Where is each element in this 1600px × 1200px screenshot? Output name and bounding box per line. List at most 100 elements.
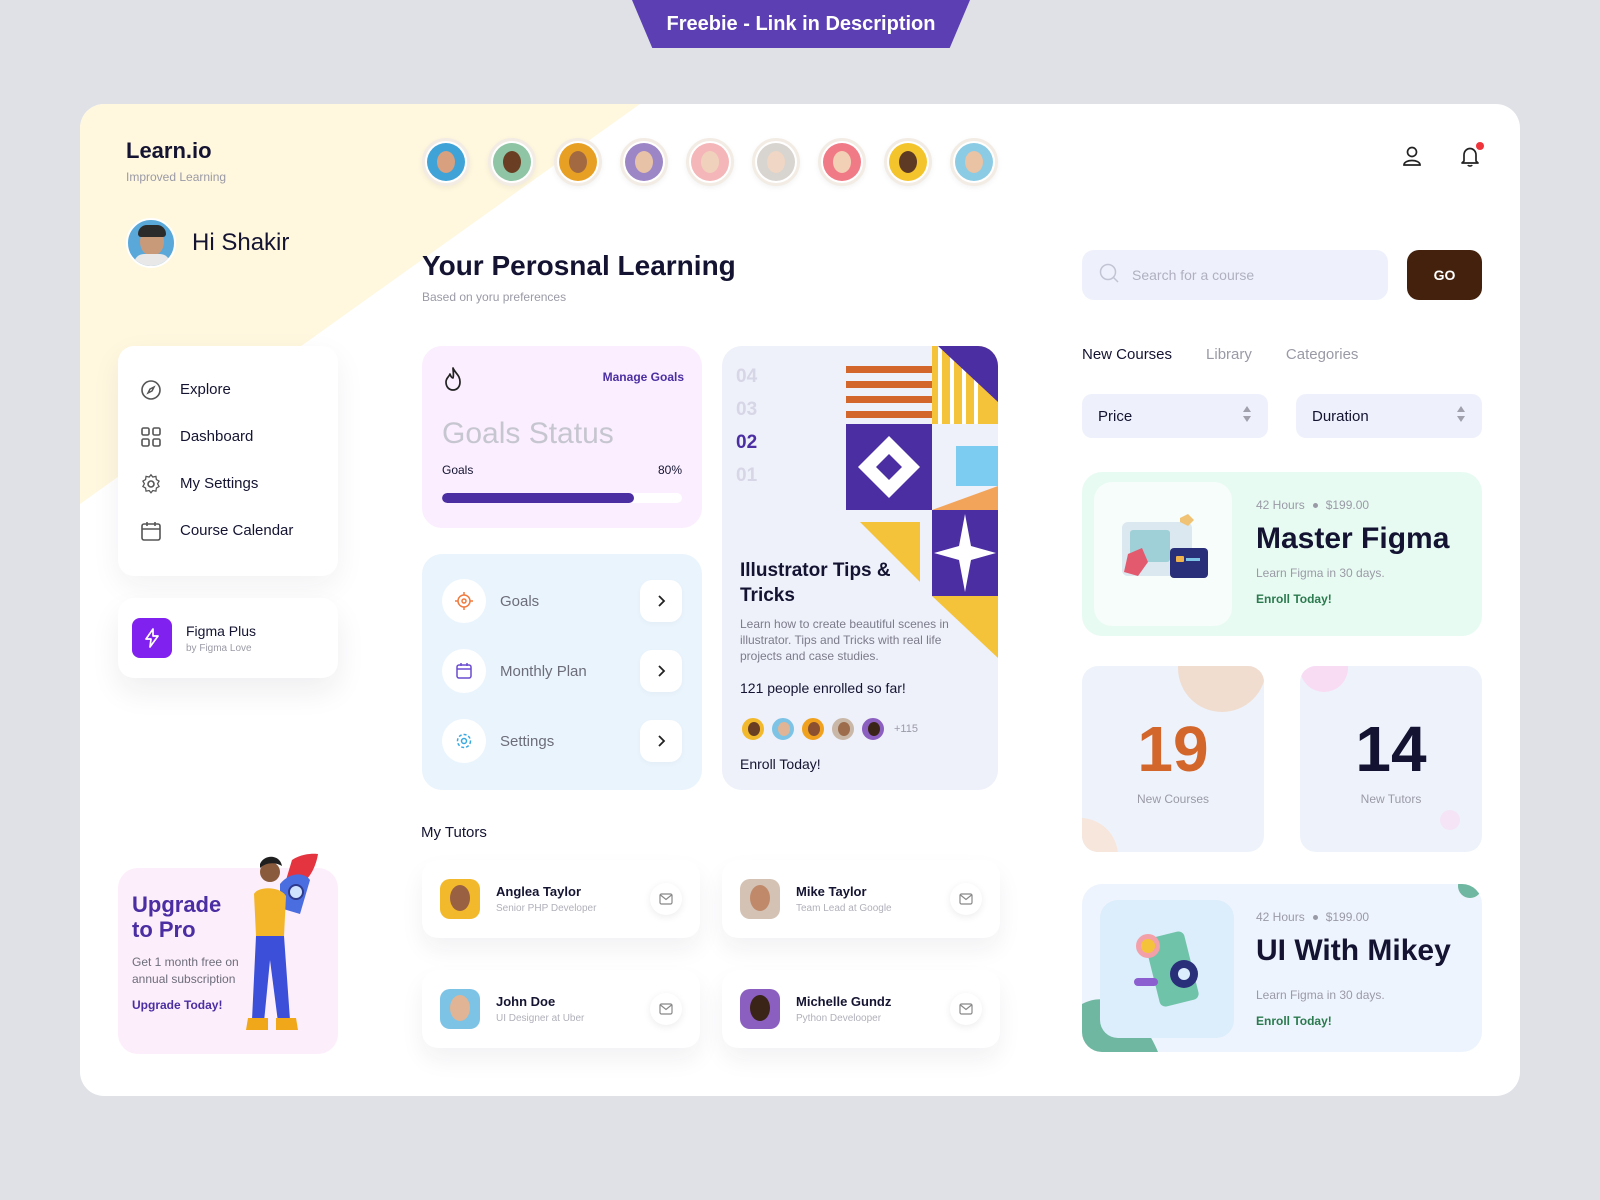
plus-subtitle: by Figma Love <box>186 642 252 654</box>
manage-goals-link[interactable]: Manage Goals <box>603 370 684 384</box>
avatar <box>830 716 856 742</box>
user-icon[interactable] <box>1400 144 1424 168</box>
plan-label: Settings <box>500 732 555 750</box>
course-card-ui-with-mikey[interactable]: 42 Hours $199.00 UI With Mikey Learn Fig… <box>1082 884 1482 1052</box>
sidebar-item-label: Dashboard <box>180 428 254 445</box>
sidebar-item-settings[interactable]: My Settings <box>140 460 316 507</box>
featured-description: Learn how to create beautiful scenes in … <box>740 617 949 663</box>
tutor-role: Python Develooper <box>796 1013 882 1024</box>
stat-value: 14 <box>1355 713 1427 785</box>
plan-row-goals[interactable]: Goals <box>442 566 682 636</box>
avatar[interactable] <box>950 138 998 186</box>
enrolled-count: 121 people enrolled so far! <box>740 680 906 696</box>
target-icon <box>442 579 486 623</box>
chevron-right-icon[interactable] <box>640 580 682 622</box>
avatar[interactable] <box>488 138 536 186</box>
sidebar-item-label: My Settings <box>180 475 259 492</box>
mail-icon[interactable] <box>950 993 982 1025</box>
avatar[interactable] <box>422 138 470 186</box>
tab-library[interactable]: Library <box>1206 346 1252 363</box>
stat-card-new-tutors: 14 New Tutors <box>1300 666 1482 852</box>
duration-select-value: Duration <box>1312 407 1369 425</box>
sidebar-item-explore[interactable]: Explore <box>140 366 316 413</box>
stat-card-new-courses: 19 New Courses <box>1082 666 1264 852</box>
gear-icon <box>442 719 486 763</box>
search-input[interactable] <box>1132 267 1372 283</box>
enroll-link[interactable]: Enroll Today! <box>1256 1014 1332 1028</box>
page-subtitle: Based on yoru preferences <box>422 290 567 304</box>
plan-row-monthly[interactable]: Monthly Plan <box>442 636 682 706</box>
slide-number[interactable]: 01 <box>736 459 757 492</box>
course-tabs: New Courses Library Categories <box>1082 346 1358 363</box>
dot-separator <box>1312 502 1318 508</box>
course-hours: 42 Hours <box>1256 498 1305 512</box>
more-enrolled-count: +115 <box>894 723 918 735</box>
slide-number[interactable]: 03 <box>736 393 757 426</box>
goals-status-card: Manage Goals Goals Status Goals 80% <box>422 346 702 528</box>
tutor-card[interactable]: John Doe UI Designer at Uber <box>422 970 700 1048</box>
avatar <box>860 716 886 742</box>
price-select-value: Price <box>1098 407 1133 425</box>
bell-icon[interactable] <box>1458 142 1484 168</box>
mail-icon[interactable] <box>650 883 682 915</box>
avatar[interactable] <box>686 138 734 186</box>
slide-number[interactable]: 04 <box>736 360 757 393</box>
avatar <box>740 989 780 1029</box>
grid-icon <box>140 426 162 448</box>
mail-icon[interactable] <box>650 993 682 1025</box>
featured-course-card: 04 03 02 01 Illustrator Tips & Tricks Le… <box>722 346 998 790</box>
avatar[interactable] <box>752 138 800 186</box>
tutor-role: UI Designer at Uber <box>496 1013 585 1024</box>
price-select[interactable]: Price <box>1082 394 1268 438</box>
plan-row-settings[interactable]: Settings <box>442 706 682 776</box>
course-card-master-figma[interactable]: 42 Hours $199.00 Master Figma Learn Figm… <box>1082 472 1482 636</box>
duration-select[interactable]: Duration <box>1296 394 1482 438</box>
avatar[interactable] <box>126 218 176 268</box>
calendar-icon <box>442 649 486 693</box>
page-header: Your Perosnal Learning Based on yoru pre… <box>422 250 736 304</box>
sidebar-item-dashboard[interactable]: Dashboard <box>140 413 316 460</box>
search-bar <box>1082 250 1388 300</box>
tutor-card[interactable]: Mike Taylor Team Lead at Google <box>722 860 1000 938</box>
top-icons <box>1400 142 1484 168</box>
chevron-right-icon[interactable] <box>640 650 682 692</box>
goals-label: Goals <box>442 463 474 477</box>
tutor-name: John Doe <box>496 994 556 1009</box>
mail-icon[interactable] <box>950 883 982 915</box>
sidebar-item-calendar[interactable]: Course Calendar <box>140 507 316 554</box>
user-greeting: Hi Shakir <box>126 218 289 268</box>
avatar[interactable] <box>884 138 932 186</box>
plan-label: Monthly Plan <box>500 662 587 680</box>
avatar[interactable] <box>554 138 602 186</box>
figma-plus-card[interactable]: Figma Plus by Figma Love <box>118 598 338 678</box>
tab-categories[interactable]: Categories <box>1286 346 1359 363</box>
chevron-right-icon[interactable] <box>640 720 682 762</box>
course-price: $199.00 <box>1325 498 1370 512</box>
upgrade-card: Upgrade to Pro Get 1 month free on annua… <box>118 853 338 1054</box>
plans-card: Goals Monthly Plan Settings <box>422 554 702 790</box>
enroll-link[interactable]: Enroll Today! <box>1256 592 1332 606</box>
goals-status-title: Goals Status <box>442 417 614 450</box>
avatar[interactable] <box>620 138 668 186</box>
course-price: $199.00 <box>1325 910 1370 924</box>
tab-new-courses[interactable]: New Courses <box>1082 346 1172 363</box>
tutor-card[interactable]: Michelle Gundz Python Develooper <box>722 970 1000 1048</box>
search-icon <box>1098 262 1120 289</box>
greeting-text: Hi Shakir <box>192 229 290 256</box>
course-title: Master Figma <box>1256 522 1450 555</box>
avatar[interactable] <box>818 138 866 186</box>
plus-title: Figma Plus <box>186 622 257 639</box>
top-avatar-strip <box>422 138 998 186</box>
avatar <box>440 989 480 1029</box>
freebie-banner: Freebie - Link in Description <box>632 0 970 48</box>
go-button[interactable]: GO <box>1407 250 1482 300</box>
tutor-card[interactable]: Anglea Taylor Senior PHP Developer <box>422 860 700 938</box>
tutor-name: Anglea Taylor <box>496 884 582 899</box>
slide-number-active[interactable]: 02 <box>736 426 757 459</box>
stat-label: New Tutors <box>1360 792 1422 806</box>
stat-value: 19 <box>1137 713 1209 785</box>
stat-label: New Courses <box>1136 792 1210 806</box>
course-subtitle: Learn Figma in 30 days. <box>1256 566 1385 580</box>
enroll-link[interactable]: Enroll Today! <box>740 756 821 772</box>
sidebar-item-label: Course Calendar <box>180 522 294 539</box>
